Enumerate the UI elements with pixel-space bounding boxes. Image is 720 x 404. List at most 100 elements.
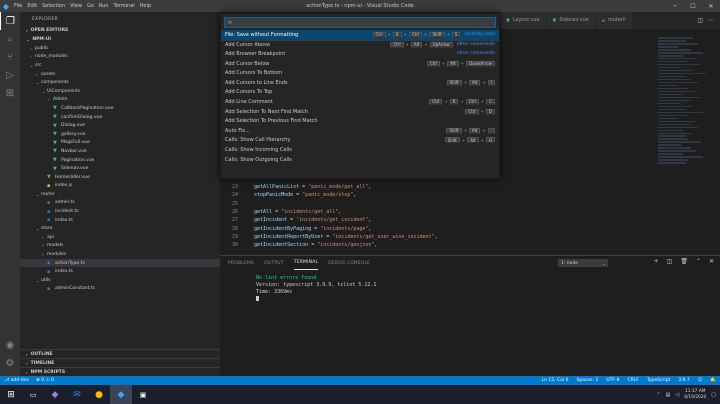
windows-start-icon[interactable]: ⊞ xyxy=(0,385,22,404)
extensions-icon[interactable]: ⊞ xyxy=(0,84,20,102)
task-view-icon[interactable]: ▭ xyxy=(22,385,44,404)
indentation[interactable]: Spaces: 2 xyxy=(576,378,598,383)
command-item[interactable]: Add Cursors To Top xyxy=(221,88,499,98)
command-item[interactable]: Add Cursor Below Ctrl + Alt + DownArrow xyxy=(221,59,499,69)
tray-chevron-up-icon[interactable]: ⌃ xyxy=(656,392,660,398)
branch-indicator[interactable]: ⎇ add-dev xyxy=(4,378,29,383)
command-item[interactable]: Add Line Comment Ctrl + K + Ctrl + C xyxy=(221,97,499,107)
source-control-icon[interactable]: ⑂ xyxy=(0,48,20,66)
command-item[interactable]: Add Browser Breakpoint other commands xyxy=(221,49,499,59)
outlook-icon[interactable]: ✉ xyxy=(66,385,88,404)
menu-help[interactable]: Help xyxy=(140,3,151,9)
tree-item[interactable]: ▼ MsgsFull.vue xyxy=(20,139,220,148)
kill-terminal-icon[interactable]: 🗑 xyxy=(680,258,688,265)
tree-item[interactable]: › modules xyxy=(20,250,220,259)
ts-version[interactable]: 3.9.7 xyxy=(678,378,689,383)
menu-view[interactable]: View xyxy=(70,3,82,9)
tree-item[interactable]: ▪ index.js xyxy=(20,182,220,191)
tree-item[interactable]: › api xyxy=(20,233,220,242)
menu-selection[interactable]: Selection xyxy=(42,3,65,9)
more-actions-icon[interactable]: ⋯ xyxy=(708,17,714,24)
volume-icon[interactable]: ◁ xyxy=(675,392,679,398)
command-item[interactable]: Add Cursor Above Ctrl + Alt + UpArrow other co… xyxy=(221,39,499,50)
tree-item[interactable]: ▼ Pagination.vue xyxy=(20,156,220,165)
tree-item[interactable]: ▪ incident.ts xyxy=(20,207,220,216)
encoding[interactable]: UTF-8 xyxy=(606,378,619,383)
line-ending[interactable]: CRLF xyxy=(627,378,638,383)
tree-item[interactable]: ▪ index.ts xyxy=(20,216,220,225)
chrome-icon[interactable]: ● xyxy=(88,385,110,404)
tree-item[interactable]: ▼ Dialog.vue xyxy=(20,121,220,130)
tree-item[interactable]: ▼ Navbar.vue xyxy=(20,147,220,156)
tree-item[interactable]: ▪ adminConstant.ts xyxy=(20,285,220,294)
minimize-icon[interactable]: ─ xyxy=(666,0,684,12)
minimap[interactable] xyxy=(658,37,708,167)
open-editors-section[interactable]: › OPEN EDITORS xyxy=(20,26,220,35)
tab-sidenav-vue[interactable]: ▼ Sidenav.vue xyxy=(546,12,596,29)
tree-item[interactable]: › public xyxy=(20,44,220,53)
command-item[interactable]: Calls: Show Outgoing Calls xyxy=(221,155,499,165)
vscode-taskbar-icon[interactable]: ◆ xyxy=(110,385,132,404)
menu-edit[interactable]: Edit xyxy=(27,3,37,9)
tree-item[interactable]: ⌄ src xyxy=(20,61,220,70)
terminal-output[interactable]: No lint errors found Version: typescript… xyxy=(220,270,720,303)
tab-router[interactable]: ▪ router/i xyxy=(595,12,633,29)
menu-run[interactable]: Run xyxy=(99,3,109,9)
close-icon[interactable]: ✕ xyxy=(702,0,720,12)
tree-item[interactable]: ▼ Homeslider.vue xyxy=(20,173,220,182)
tree-item[interactable]: ▼ CallbackPagination.vue xyxy=(20,104,220,113)
taskbar-clock[interactable]: 11:17 AM 8/19/2020 xyxy=(684,389,706,401)
command-item[interactable]: Calls: Show Incoming Calls xyxy=(221,145,499,155)
menu-go[interactable]: Go xyxy=(87,3,94,9)
language-mode[interactable]: TypeScript xyxy=(647,378,670,383)
maximize-icon[interactable]: ☐ xyxy=(684,0,702,12)
tree-item[interactable]: ▪ index.ts xyxy=(20,267,220,276)
command-item[interactable]: Add Selection To Previous Find Match xyxy=(221,116,499,126)
problems-indicator[interactable]: ⊗ 0 ⚠ 0 xyxy=(36,378,54,383)
tree-item[interactable]: ⌄ components xyxy=(20,78,220,87)
tree-item[interactable]: › node_modules xyxy=(20,53,220,62)
network-icon[interactable]: ▤ xyxy=(666,392,671,398)
account-icon[interactable]: ◉ xyxy=(0,336,20,354)
split-editor-icon[interactable]: ◫ xyxy=(697,17,703,24)
close-panel-icon[interactable]: ✕ xyxy=(709,258,714,265)
search-icon[interactable]: ⌕ xyxy=(0,30,20,48)
tree-item[interactable]: ▼ Sidenav.vue xyxy=(20,164,220,173)
tree-item[interactable]: › models xyxy=(20,242,220,251)
outline-section[interactable]: › OUTLINE xyxy=(20,349,220,358)
npm-scripts-section[interactable]: › NPM SCRIPTS xyxy=(20,367,220,376)
timeline-section[interactable]: › TIMELINE xyxy=(20,358,220,367)
action-center-icon[interactable]: ▢ xyxy=(711,392,716,398)
command-item[interactable]: Add Cursors to Line Ends Shift + Alt + I xyxy=(221,78,499,88)
command-item[interactable]: Calls: Show Call Hierarchy Shift + Alt + H xyxy=(221,136,499,146)
command-palette-input[interactable]: > xyxy=(224,17,496,28)
terminal-select[interactable]: 1: node ⌄ xyxy=(558,259,608,267)
tree-item[interactable]: ▪ actionType.ts xyxy=(20,258,220,268)
menu-terminal[interactable]: Terminal xyxy=(114,3,135,9)
command-item[interactable]: Auto Fix... Shift + Alt +. xyxy=(221,126,499,136)
tab-terminal[interactable]: TERMINAL xyxy=(293,256,319,270)
tree-item[interactable]: ▼ gallery.vue xyxy=(20,130,220,139)
tree-item[interactable]: ⌄ UIComponents xyxy=(20,87,220,96)
new-terminal-icon[interactable]: + xyxy=(654,258,659,265)
explorer-icon[interactable]: ❐ xyxy=(0,12,20,30)
run-debug-icon[interactable]: ▷ xyxy=(0,66,20,84)
tab-output[interactable]: OUTPUT xyxy=(264,256,284,270)
tree-item[interactable]: ⌄ utils xyxy=(20,276,220,285)
tree-item[interactable]: ▼ confirmDialog.vue xyxy=(20,113,220,122)
notifications-bell-icon[interactable]: 🔔 xyxy=(710,378,716,383)
terminal-app-icon[interactable]: ▣ xyxy=(132,385,154,404)
menu-file[interactable]: File xyxy=(14,3,22,9)
maximize-panel-icon[interactable]: ⌃ xyxy=(696,258,701,265)
project-root-section[interactable]: ⌄ NPM-UI xyxy=(20,35,220,44)
tree-item[interactable]: › Admin xyxy=(20,96,220,105)
settings-gear-icon[interactable]: ⚙ xyxy=(0,354,20,372)
tab-layout-vue[interactable]: ▼ Layout.vue xyxy=(500,12,547,29)
command-item[interactable]: Add Cursors To Bottom xyxy=(221,68,499,78)
tab-debug-console[interactable]: DEBUG CONSOLE xyxy=(328,256,370,270)
visual-studio-icon[interactable]: ◆ xyxy=(44,385,66,404)
tab-problems[interactable]: PROBLEMS xyxy=(228,256,254,270)
cursor-position[interactable]: Ln 12, Col 6 xyxy=(542,378,569,383)
split-terminal-icon[interactable]: ◫ xyxy=(667,258,673,265)
tree-item[interactable]: ⌄ router xyxy=(20,190,220,199)
